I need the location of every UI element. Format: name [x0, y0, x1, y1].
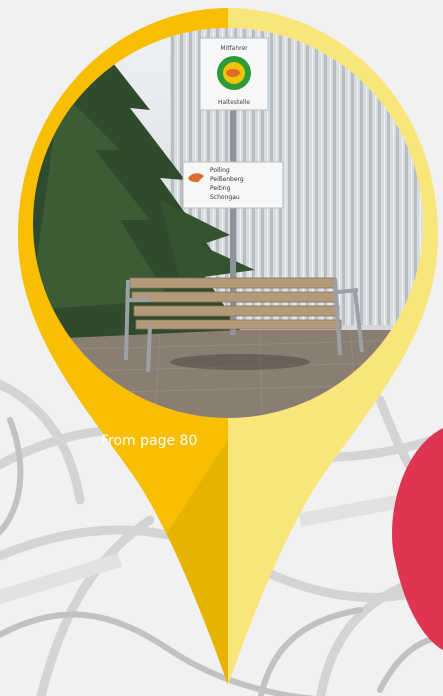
stop-sign: Mitfahrer Haltestelle [199, 37, 269, 111]
svg-text:Schongau: Schongau [210, 194, 240, 201]
svg-text:Haltestelle: Haltestelle [218, 99, 250, 106]
svg-text:Peißenberg: Peißenberg [210, 176, 244, 183]
svg-text:Peiting: Peiting [210, 185, 231, 192]
page-reference: From page 80 [101, 433, 198, 449]
svg-text:Polling: Polling [210, 167, 230, 174]
direction-sign: Polling Peißenberg Peiting Schongau [182, 161, 284, 209]
pin-illustration: Mitfahrer Haltestelle Polling Peißenberg… [0, 0, 443, 696]
svg-text:Mitfahrer: Mitfahrer [220, 45, 248, 52]
